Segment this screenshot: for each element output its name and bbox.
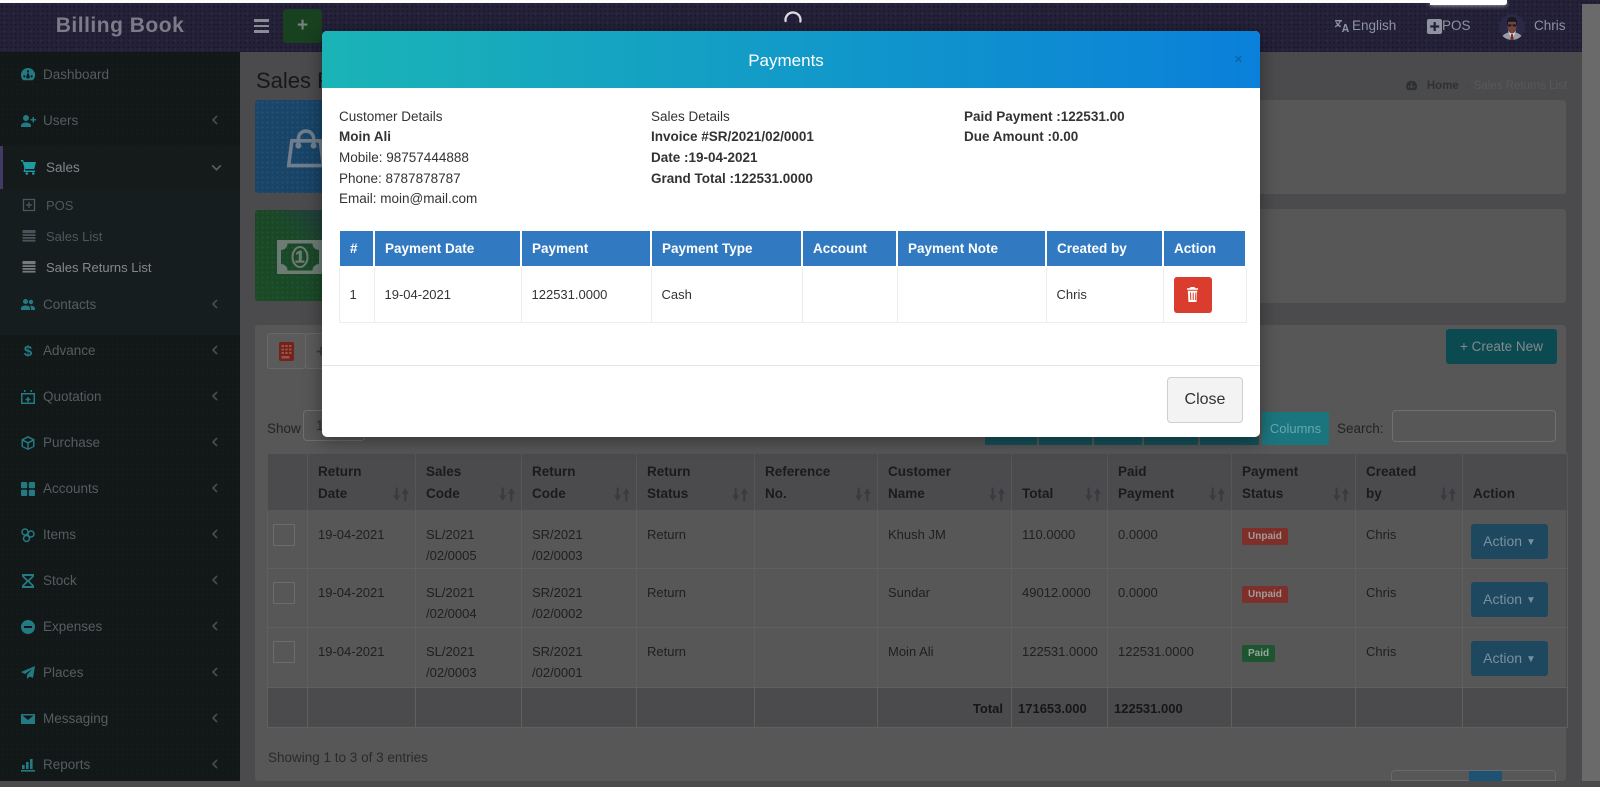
svg-text:$: $ [24, 343, 33, 359]
